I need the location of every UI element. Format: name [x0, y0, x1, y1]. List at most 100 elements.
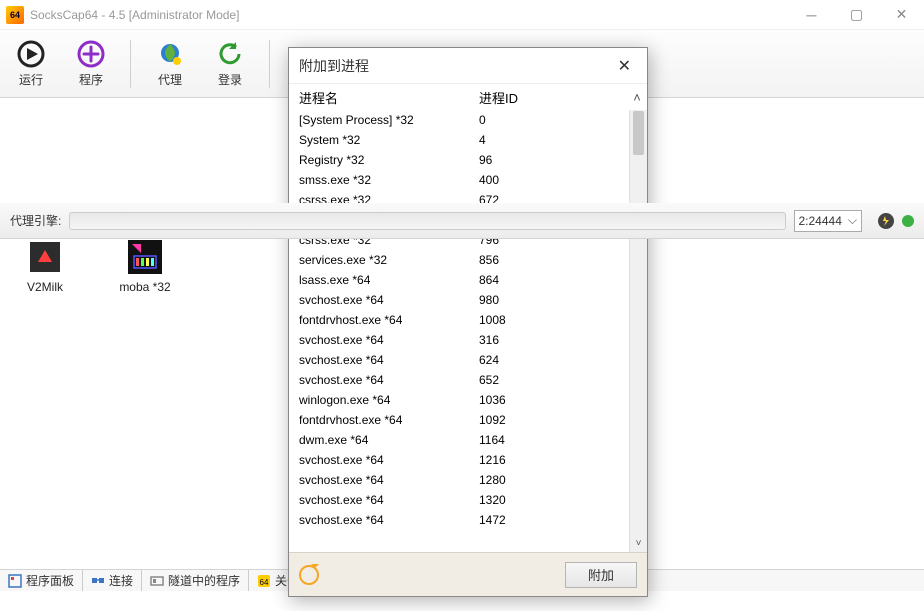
- proxy-combo[interactable]: 2:24444 ⌵: [794, 210, 863, 232]
- process-row[interactable]: svchost.exe *64624: [289, 350, 627, 370]
- proxy-slider[interactable]: [69, 212, 785, 230]
- add-icon: [76, 39, 106, 69]
- proxy-label: 代理: [158, 71, 182, 88]
- attach-button[interactable]: 附加: [565, 562, 637, 588]
- process-name: fontdrvhost.exe *64: [289, 313, 479, 327]
- col-process-id[interactable]: 进程ID: [479, 88, 627, 107]
- process-row[interactable]: svchost.exe *64980: [289, 290, 627, 310]
- titlebar: SocksCap64 - 4.5 [Administrator Mode] ─ …: [0, 0, 924, 30]
- app-icon: [128, 240, 162, 274]
- proxy-engine-label: 代理引擎:: [10, 212, 61, 229]
- separator: [269, 40, 270, 88]
- scroll-down-icon[interactable]: ˅: [630, 534, 647, 552]
- statusbar-tunnel-label: 隧道中的程序: [168, 572, 240, 589]
- process-row[interactable]: Registry *3296: [289, 150, 627, 170]
- process-row[interactable]: fontdrvhost.exe *641008: [289, 310, 627, 330]
- process-row[interactable]: svchost.exe *641216: [289, 450, 627, 470]
- process-name: svchost.exe *64: [289, 293, 479, 307]
- process-row[interactable]: System *324: [289, 130, 627, 150]
- app-name: moba *32: [119, 280, 170, 294]
- process-id: 1472: [479, 513, 627, 527]
- panel-icon: [8, 574, 22, 588]
- run-button[interactable]: 运行: [10, 35, 52, 92]
- refresh-button[interactable]: [299, 565, 319, 585]
- process-name: [System Process] *32: [289, 113, 479, 127]
- play-icon: [16, 39, 46, 69]
- process-row[interactable]: [System Process] *320: [289, 110, 627, 130]
- attach-label: 附加: [588, 565, 614, 584]
- program-button[interactable]: 程序: [70, 35, 112, 92]
- process-id: 96: [479, 153, 627, 167]
- process-list: [System Process] *320System *324Registry…: [289, 110, 647, 552]
- programs-panel: V2Milk moba *32: [10, 240, 180, 294]
- process-row[interactable]: winlogon.exe *641036: [289, 390, 627, 410]
- dialog-close-button[interactable]: ✕: [612, 54, 637, 78]
- process-name: smss.exe *32: [289, 173, 479, 187]
- conn-icon: [91, 574, 105, 588]
- col-process-name[interactable]: 进程名: [289, 88, 479, 107]
- process-id: 980: [479, 293, 627, 307]
- process-name: Registry *32: [289, 153, 479, 167]
- process-name: svchost.exe *64: [289, 513, 479, 527]
- maximize-button[interactable]: ▢: [834, 0, 879, 30]
- tunnel-icon: [150, 574, 164, 588]
- process-id: 1008: [479, 313, 627, 327]
- statusbar-conn-label: 连接: [109, 572, 133, 589]
- proxy-button[interactable]: 代理: [149, 35, 191, 92]
- statusbar-tunnel-tab[interactable]: 隧道中的程序: [142, 570, 249, 591]
- login-button[interactable]: 登录: [209, 35, 251, 92]
- flash-icon[interactable]: [878, 213, 894, 229]
- app-item[interactable]: V2Milk: [10, 240, 80, 294]
- dialog-title: 附加到进程: [299, 56, 369, 76]
- process-id: 1216: [479, 453, 627, 467]
- process-row[interactable]: svchost.exe *641472: [289, 510, 627, 530]
- process-id: 316: [479, 333, 627, 347]
- scrollbar-thumb[interactable]: [633, 111, 644, 155]
- process-name: fontdrvhost.exe *64: [289, 413, 479, 427]
- process-id: 1280: [479, 473, 627, 487]
- close-button[interactable]: ✕: [879, 0, 924, 30]
- window-controls: ─ ▢ ✕: [789, 0, 924, 30]
- process-row[interactable]: services.exe *32856: [289, 250, 627, 270]
- process-row[interactable]: svchost.exe *641320: [289, 490, 627, 510]
- about-icon: 64: [257, 574, 271, 588]
- process-list-header: 进程名 进程ID ˄: [289, 84, 647, 110]
- dialog-titlebar: 附加到进程 ✕: [289, 48, 647, 84]
- process-id: 1164: [479, 433, 627, 447]
- process-row[interactable]: smss.exe *32400: [289, 170, 627, 190]
- process-row[interactable]: svchost.exe *64652: [289, 370, 627, 390]
- process-id: 1036: [479, 393, 627, 407]
- attach-process-dialog: 附加到进程 ✕ 进程名 进程ID ˄ [System Process] *320…: [288, 47, 648, 597]
- process-name: dwm.exe *64: [289, 433, 479, 447]
- refresh-icon: [215, 39, 245, 69]
- proxy-engine-bar: 代理引擎: 2:24444 ⌵: [0, 203, 924, 239]
- process-id: 1320: [479, 493, 627, 507]
- minimize-button[interactable]: ─: [789, 0, 834, 30]
- status-indicator: [902, 215, 914, 227]
- process-name: svchost.exe *64: [289, 373, 479, 387]
- scrollbar[interactable]: ˅: [629, 110, 647, 552]
- scroll-up-icon[interactable]: ˄: [627, 90, 647, 105]
- svg-text:64: 64: [260, 578, 269, 587]
- process-name: svchost.exe *64: [289, 493, 479, 507]
- process-name: svchost.exe *64: [289, 473, 479, 487]
- program-label: 程序: [79, 71, 103, 88]
- app-icon: [6, 6, 24, 24]
- process-id: 864: [479, 273, 627, 287]
- process-row[interactable]: svchost.exe *64316: [289, 330, 627, 350]
- process-row[interactable]: lsass.exe *64864: [289, 270, 627, 290]
- statusbar-panel-tab[interactable]: 程序面板: [0, 570, 83, 591]
- process-row[interactable]: dwm.exe *641164: [289, 430, 627, 450]
- chevron-down-icon: ⌵: [848, 213, 857, 228]
- process-row[interactable]: fontdrvhost.exe *641092: [289, 410, 627, 430]
- process-row[interactable]: svchost.exe *641280: [289, 470, 627, 490]
- process-name: svchost.exe *64: [289, 333, 479, 347]
- statusbar-conn-tab[interactable]: 连接: [83, 570, 142, 591]
- process-name: winlogon.exe *64: [289, 393, 479, 407]
- process-name: services.exe *32: [289, 253, 479, 267]
- process-id: 652: [479, 373, 627, 387]
- app-item[interactable]: moba *32: [110, 240, 180, 294]
- login-label: 登录: [218, 71, 242, 88]
- process-id: 400: [479, 173, 627, 187]
- statusbar-panel-label: 程序面板: [26, 572, 74, 589]
